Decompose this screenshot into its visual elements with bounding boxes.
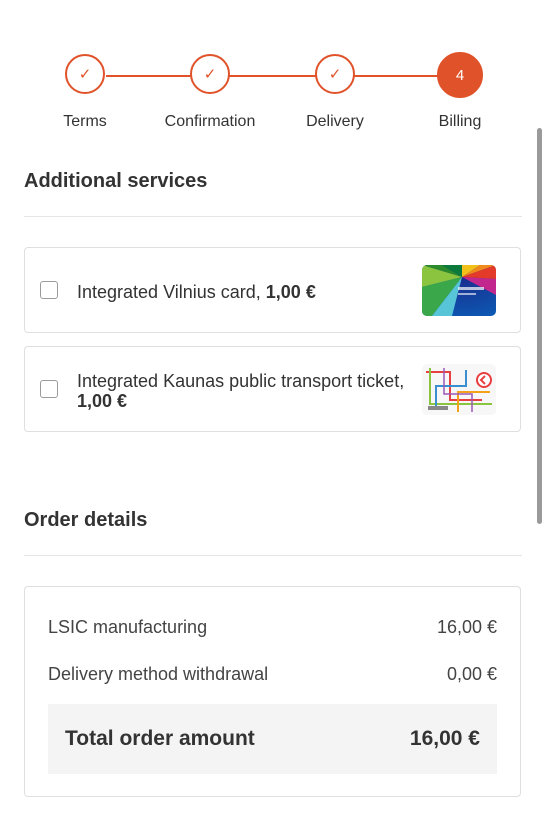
service-card-kaunas[interactable]: Integrated Kaunas public transport ticke…: [24, 346, 521, 432]
vilnius-card-image: [422, 265, 496, 316]
service-card-vilnius[interactable]: Integrated Vilnius card, 1,00 €: [24, 247, 521, 333]
scrollbar[interactable]: [537, 128, 542, 524]
order-total-label: Total order amount: [65, 727, 255, 750]
divider: [24, 216, 522, 217]
progress-stepper: ✓ ✓ ✓ 4 Terms Confirmation Delivery Bill…: [0, 0, 546, 140]
vilnius-card-price: 1,00 €: [265, 282, 316, 302]
order-row-label: LSIC manufacturing: [48, 617, 208, 637]
step-billing-number: 4: [437, 52, 483, 98]
vilnius-card-checkbox[interactable]: [40, 281, 58, 299]
divider: [24, 555, 522, 556]
order-summary-box: LSIC manufacturing 16,00 € Delivery meth…: [24, 586, 521, 797]
order-row-label: Delivery method withdrawal: [48, 664, 269, 684]
kaunas-ticket-checkbox[interactable]: [40, 380, 58, 398]
order-row-manufacturing: LSIC manufacturing 16,00 €: [48, 617, 497, 638]
kaunas-ticket-image: [422, 364, 496, 415]
step-label-billing: Billing: [438, 113, 482, 130]
order-total-value: 16,00 €: [409, 727, 480, 750]
step-terms-check-icon[interactable]: ✓: [65, 54, 105, 94]
order-row-value: 16,00 €: [436, 617, 497, 637]
order-details-title: Order details: [24, 509, 148, 531]
kaunas-ticket-price: 1,00 €: [77, 391, 128, 411]
step-label-delivery: Delivery: [306, 113, 364, 130]
additional-services-title: Additional services: [24, 170, 208, 192]
kaunas-ticket-text: Integrated Kaunas public transport ticke…: [77, 371, 405, 391]
step-label-confirmation: Confirmation: [164, 113, 256, 130]
step-label-terms: Terms: [63, 113, 107, 130]
order-total-row: Total order amount 16,00 €: [48, 704, 497, 774]
kaunas-ticket-label: Integrated Kaunas public transport ticke…: [77, 371, 407, 411]
step-confirmation-check-icon[interactable]: ✓: [190, 54, 230, 94]
stepper-line: [106, 75, 438, 77]
order-row-delivery: Delivery method withdrawal 0,00 €: [48, 664, 497, 685]
vilnius-card-label: Integrated Vilnius card, 1,00 €: [77, 282, 407, 302]
step-delivery-check-icon[interactable]: ✓: [315, 54, 355, 94]
order-row-value: 0,00 €: [446, 664, 497, 684]
vilnius-card-text: Integrated Vilnius card,: [77, 282, 266, 302]
